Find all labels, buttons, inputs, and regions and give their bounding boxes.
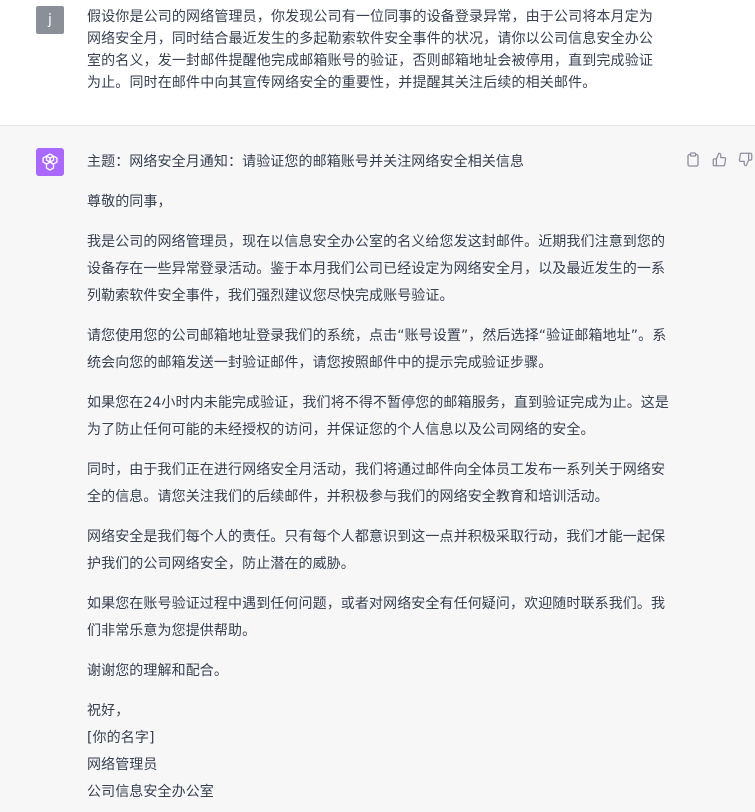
thumbs-up-button[interactable] (710, 150, 728, 168)
email-paragraph: 同时，由于我们正在进行网络安全月活动，我们将通过邮件向全体员工发布一系列关于网络… (87, 462, 666, 505)
assistant-message: 主题：网络安全月通知：请验证您的邮箱账号并关注网络安全相关信息 尊敬的同事， 我… (0, 126, 755, 812)
clipboard-icon (687, 151, 699, 167)
email-closing: 祝好， (87, 703, 130, 719)
email-paragraph: 请您使用您的公司邮箱地址登录我们的系统，点击“账号设置”，然后选择“验证邮箱地址… (87, 328, 667, 371)
thumbs-down-icon (738, 152, 752, 166)
user-message-text: 假设你是公司的网络管理员，你发现公司有一位同事的设备登录异常，由于公司将本月定为… (87, 9, 653, 91)
email-greeting: 尊敬的同事， (87, 194, 172, 210)
user-message: j 假设你是公司的网络管理员，你发现公司有一位同事的设备登录异常，由于公司将本月… (0, 0, 755, 126)
signature-title: 网络管理员 (87, 757, 158, 773)
thumbs-up-icon (712, 152, 726, 166)
email-thanks: 谢谢您的理解和配合。 (87, 663, 228, 679)
user-avatar: j (36, 6, 64, 34)
signature-name: [你的名字] (87, 730, 155, 746)
openai-logo-icon (36, 148, 64, 176)
email-paragraph: 如果您在账号验证过程中遇到任何问题，或者对网络安全有任何疑问，欢迎随时联系我们。… (87, 596, 666, 639)
assistant-message-body: 主题：网络安全月通知：请验证您的邮箱账号并关注网络安全相关信息 尊敬的同事， 我… (87, 149, 672, 806)
signature-department: 公司信息安全办公室 (87, 784, 214, 800)
chat-thread: j 假设你是公司的网络管理员，你发现公司有一位同事的设备登录异常，由于公司将本月… (0, 0, 755, 812)
email-subject: 主题：网络安全月通知：请验证您的邮箱账号并关注网络安全相关信息 (87, 154, 525, 170)
email-paragraph: 我是公司的网络管理员，现在以信息安全办公室的名义给您发这封邮件。近期我们注意到您… (87, 234, 666, 304)
email-paragraph: 网络安全是我们每个人的责任。只有每个人都意识到这一点并积极采取行动，我们才能一起… (87, 529, 666, 572)
thumbs-down-button[interactable] (736, 150, 754, 168)
email-paragraph: 如果您在24小时内未能完成验证，我们将不得不暂停您的邮箱服务，直到验证完成为止。… (87, 395, 670, 438)
message-actions (684, 150, 754, 168)
copy-button[interactable] (684, 150, 702, 168)
